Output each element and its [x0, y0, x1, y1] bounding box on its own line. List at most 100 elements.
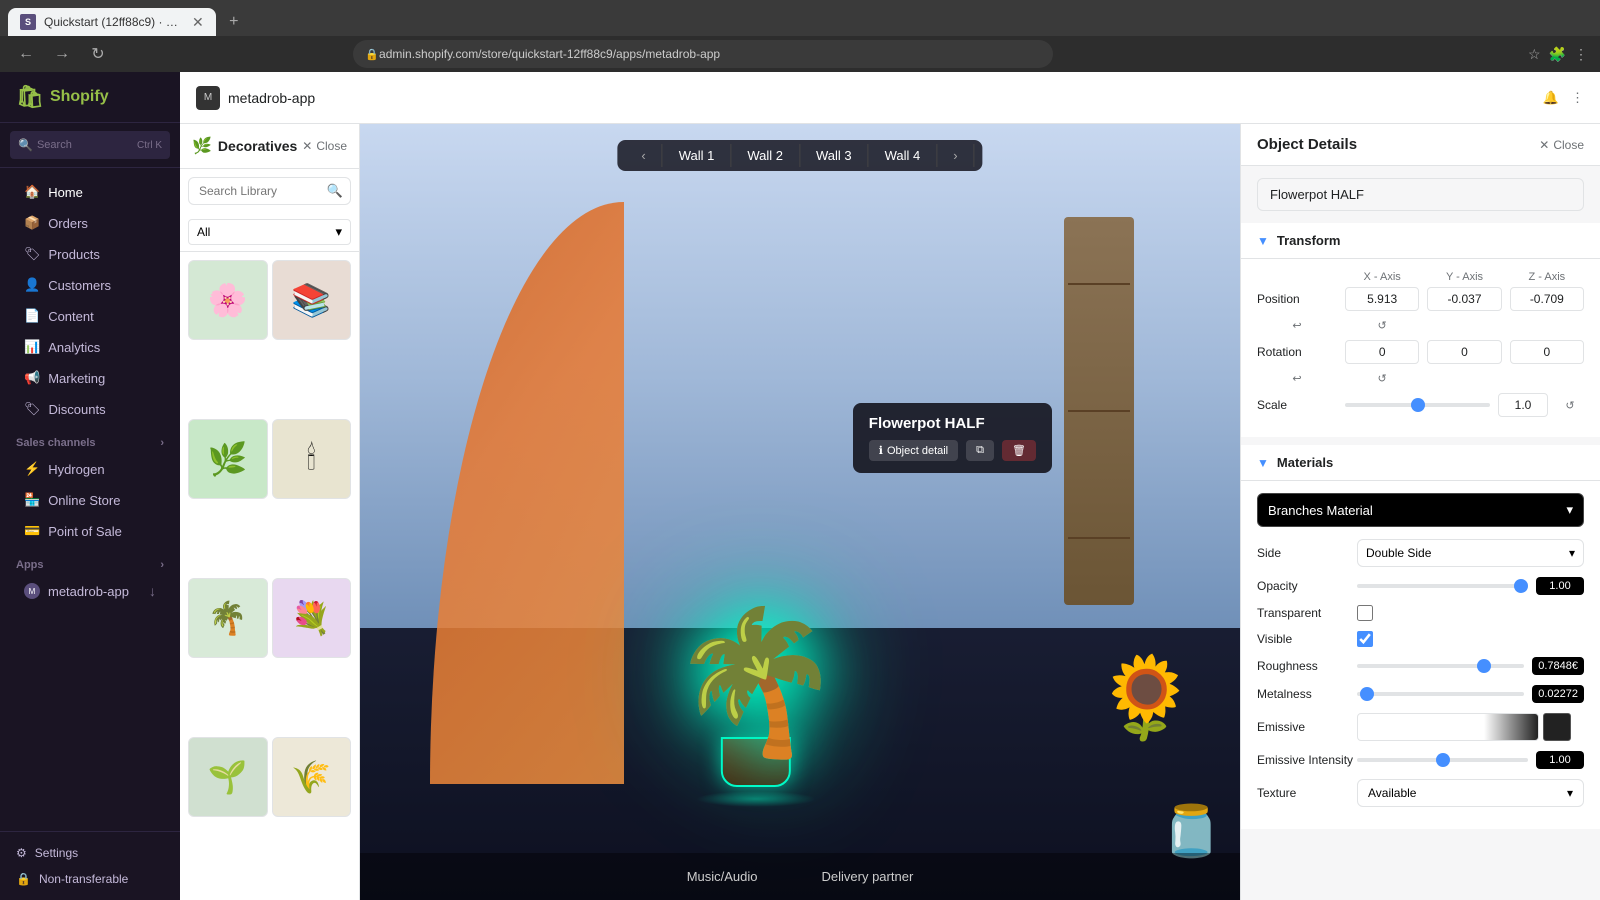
panel-close-btn[interactable]: ✕ Close [302, 139, 347, 153]
sidebar-item-content[interactable]: 📄 Content [8, 301, 172, 331]
rot-z-input[interactable] [1510, 340, 1584, 364]
rot-reset-x-btn[interactable]: ↩ [1257, 372, 1337, 385]
item-card-5[interactable]: 🌴 [188, 578, 268, 658]
item-5-preview: 🌴 [189, 579, 267, 657]
customers-icon: 👤 [24, 277, 40, 293]
item-card-6[interactable]: 💐 [272, 578, 352, 658]
tab-close-btn[interactable]: ✕ [192, 14, 204, 31]
wall-prev-btn[interactable]: ‹ [625, 144, 662, 167]
rot-y-input[interactable] [1427, 340, 1501, 364]
sales-channels-chevron[interactable]: › [160, 437, 164, 449]
address-bar[interactable]: 🔒 admin.shopify.com/store/quickstart-12f… [353, 40, 1053, 68]
search-icon[interactable]: 🔍 [327, 183, 343, 199]
item-card-3[interactable]: 🌿 [188, 419, 268, 499]
rot-x-input[interactable] [1345, 340, 1419, 364]
copy-btn[interactable]: ⧉ [966, 440, 994, 461]
rot-reset-all-btn[interactable]: ↺ [1345, 372, 1419, 385]
glow-ring [696, 791, 816, 807]
sidebar-settings[interactable]: ⚙ Settings [8, 840, 172, 866]
sidebar-nav: 🏠 Home 📦 Orders 🏷 Products 👤 Customers 📄… [0, 168, 180, 831]
sidebar-item-orders[interactable]: 📦 Orders [8, 208, 172, 238]
products-icon: 🏷 [24, 246, 41, 262]
pos-reset-all-btn[interactable]: ↺ [1345, 319, 1419, 332]
transparent-checkbox[interactable] [1357, 605, 1373, 621]
object-name-input[interactable] [1257, 178, 1584, 211]
scale-reset-btn[interactable]: ↺ [1556, 399, 1584, 412]
item-card-7[interactable]: 🌱 [188, 737, 268, 817]
wall-2-btn[interactable]: Wall 2 [731, 144, 800, 167]
refresh-btn[interactable]: ↻ [84, 40, 112, 68]
wall-next-btn[interactable]: › [937, 144, 974, 167]
sidebar-item-analytics[interactable]: 📊 Analytics [8, 332, 172, 362]
sidebar-non-transferable[interactable]: 🔒 Non-transferable [8, 866, 172, 892]
sidebar-item-products[interactable]: 🏷 Products [8, 239, 172, 269]
main-plant[interactable]: 🌴 [669, 612, 843, 807]
music-audio-btn[interactable]: Music/Audio [675, 865, 770, 888]
pos-x-input[interactable] [1345, 287, 1419, 311]
emissive-black-swatch[interactable] [1543, 713, 1571, 741]
menu-icon[interactable]: ⋮ [1574, 46, 1588, 63]
right-panel-close-btn[interactable]: ✕ Close [1539, 138, 1584, 152]
metalness-slider[interactable] [1357, 692, 1524, 696]
sidebar-item-hydrogen[interactable]: ⚡ Hydrogen [8, 454, 172, 484]
copy-icon: ⧉ [976, 444, 984, 457]
apps-chevron[interactable]: › [160, 559, 164, 571]
y-axis-label: Y - Axis [1427, 271, 1501, 283]
delivery-partner-btn[interactable]: Delivery partner [810, 865, 926, 888]
sidebar-item-metadrob[interactable]: M metadrob-app ↓ [8, 576, 172, 606]
sidebar-item-discounts[interactable]: 🏷 Discounts [8, 394, 172, 424]
roughness-row: Roughness 0.7848€ [1257, 657, 1584, 675]
tooltip-actions: ℹ Object detail ⧉ 🗑 [869, 440, 1036, 461]
texture-row: Texture Available ▾ [1257, 779, 1584, 807]
lock-icon: 🔒 [16, 872, 31, 886]
active-tab[interactable]: S Quickstart (12ff88c9) · meta... ✕ [8, 8, 216, 36]
visible-checkbox[interactable] [1357, 631, 1373, 647]
texture-dropdown[interactable]: Available ▾ [1357, 779, 1584, 807]
back-btn[interactable]: ← [12, 40, 40, 68]
roughness-slider[interactable] [1357, 664, 1524, 668]
viewer-bottom: Music/Audio Delivery partner [360, 853, 1240, 900]
side-dropdown[interactable]: Double Side ▾ [1357, 539, 1584, 567]
download-icon[interactable]: ↓ [149, 583, 156, 599]
sales-channels-section: Sales channels › [0, 425, 180, 453]
bell-icon[interactable]: 🔔 [1543, 90, 1559, 106]
opacity-slider[interactable] [1357, 584, 1528, 588]
sidebar-item-online-store[interactable]: 🏪 Online Store [8, 485, 172, 515]
materials-dropdown[interactable]: Branches Material ▾ [1257, 493, 1584, 527]
scale-value-input[interactable] [1498, 393, 1548, 417]
sidebar-item-marketing[interactable]: 📢 Marketing [8, 363, 172, 393]
viewer-3d: ‹ Wall 1 Wall 2 Wall 3 Wall 4 › [360, 124, 1240, 900]
emissive-intensity-slider[interactable] [1357, 758, 1528, 762]
texture-label: Texture [1257, 786, 1357, 800]
url-text: admin.shopify.com/store/quickstart-12ff8… [379, 47, 720, 61]
sidebar-header: 🛍 Shopify [0, 72, 180, 123]
item-card-4[interactable]: 🕯 [272, 419, 352, 499]
delete-btn[interactable]: 🗑 [1002, 440, 1036, 461]
filter-dropdown[interactable]: All ▾ [188, 219, 351, 245]
new-tab-btn[interactable]: + [220, 8, 248, 36]
pos-z-input[interactable] [1510, 287, 1584, 311]
transform-header[interactable]: ▼ Transform [1241, 223, 1600, 259]
sidebar-item-home[interactable]: 🏠 Home [8, 177, 172, 207]
forward-btn[interactable]: → [48, 40, 76, 68]
item-card-1[interactable]: 🌸 [188, 260, 268, 340]
wall-4-btn[interactable]: Wall 4 [869, 144, 938, 167]
more-icon[interactable]: ⋮ [1571, 90, 1584, 106]
sidebar-search[interactable]: 🔍 Search Ctrl K [10, 131, 170, 159]
item-card-8[interactable]: 🌾 [272, 737, 352, 817]
store-icon: 🏪 [24, 492, 40, 508]
wall-3-btn[interactable]: Wall 3 [800, 144, 869, 167]
pos-y-input[interactable] [1427, 287, 1501, 311]
sidebar-item-customers[interactable]: 👤 Customers [8, 270, 172, 300]
wall-1-btn[interactable]: Wall 1 [663, 144, 732, 167]
bookmark-icon[interactable]: ☆ [1528, 46, 1541, 63]
materials-header[interactable]: ▼ Materials [1241, 445, 1600, 481]
sidebar-item-pos[interactable]: 💳 Point of Sale [8, 516, 172, 546]
pos-reset-x-btn[interactable]: ↩ [1257, 319, 1337, 332]
object-detail-btn[interactable]: ℹ Object detail [869, 440, 958, 461]
extensions-icon[interactable]: 🧩 [1549, 46, 1566, 63]
item-4-preview: 🕯 [273, 420, 351, 498]
item-card-2[interactable]: 📚 [272, 260, 352, 340]
emissive-color-preview[interactable] [1357, 713, 1539, 741]
scale-slider[interactable] [1345, 403, 1490, 407]
